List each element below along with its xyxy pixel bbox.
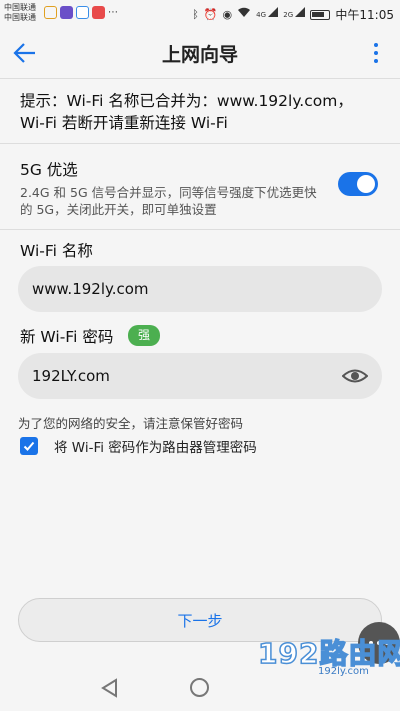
watermark-url: 192ly.com: [318, 666, 369, 677]
wifi-icon: [237, 7, 251, 22]
band-divider: [0, 229, 400, 230]
video-app-icon: [60, 6, 73, 19]
eye-icon: [341, 369, 369, 383]
merge-tip: 提示：Wi-Fi 名称已合并为：www.192ly.com， Wi-Fi 若断开…: [20, 90, 390, 134]
more-options-button[interactable]: [366, 40, 386, 66]
admin-password-option[interactable]: 将 Wi-Fi 密码作为路由器管理密码: [20, 436, 257, 456]
wifi-password-label: 新 Wi-Fi 密码: [20, 328, 114, 346]
battery-icon: [310, 9, 331, 20]
wifi-password-input[interactable]: [32, 353, 332, 399]
app-header: 上网向导: [0, 28, 400, 78]
status-icons: ᛒ ⏰ ◉ 4G 2G 中午11:05: [192, 6, 394, 23]
tip-divider: [0, 143, 400, 144]
wifi-name-input[interactable]: [32, 266, 332, 312]
signal-2-label: 2G: [283, 11, 294, 19]
band-5g-title: 5G 优选: [20, 161, 78, 179]
notification-icons: ⋯: [44, 6, 118, 19]
weibo-icon: [44, 6, 57, 19]
signal-1-icon: 4G: [256, 7, 279, 22]
security-hint: 为了您的网络的安全，请注意保管好密码: [18, 416, 244, 431]
clock: 中午11:05: [335, 8, 394, 22]
tip-line-1: 提示：Wi-Fi 名称已合并为：www.192ly.com，: [20, 92, 353, 110]
wifi-name-field[interactable]: [18, 266, 382, 312]
more-dot-icon: [374, 59, 378, 63]
watermark-logo: 192路由网 192ly.com: [257, 632, 400, 680]
page-title: 上网向导: [161, 44, 238, 66]
status-bar: 中国联通 中国联通 ⋯ ᛒ ⏰ ◉ 4G 2G 中午11:05: [0, 0, 400, 28]
eye-comfort-icon: ◉: [222, 7, 233, 21]
more-dot-icon: [374, 51, 378, 55]
flower-app-icon: [76, 6, 89, 19]
nav-home-icon[interactable]: [190, 678, 209, 697]
toggle-knob: [357, 175, 375, 193]
admin-password-label: 将 Wi-Fi 密码作为路由器管理密码: [54, 440, 257, 456]
carrier-labels: 中国联通 中国联通: [4, 3, 36, 23]
signal-1-label: 4G: [256, 11, 267, 19]
band-5g-toggle[interactable]: [338, 172, 378, 196]
more-dot-icon: [374, 43, 378, 47]
gift-app-icon: [92, 6, 105, 19]
more-notifications-icon: ⋯: [108, 7, 118, 18]
alarm-icon: ⏰: [203, 7, 218, 21]
bluetooth-icon: ᛒ: [192, 7, 199, 21]
wifi-name-label: Wi-Fi 名称: [20, 242, 93, 260]
show-password-button[interactable]: [341, 364, 369, 388]
nav-back-icon[interactable]: [100, 678, 120, 698]
checkmark-icon: [23, 441, 35, 451]
wifi-password-field[interactable]: [18, 353, 382, 399]
password-strength-badge: 强: [128, 325, 160, 346]
header-divider: [0, 78, 400, 79]
carrier-2: 中国联通: [4, 13, 36, 22]
admin-password-checkbox[interactable]: [20, 437, 38, 455]
band-5g-description: 2.4G 和 5G 信号合并显示，同等信号强度下优选更快的 5G，关闭此开关，即…: [20, 185, 317, 217]
band-5g-setting: 5G 优选 2.4G 和 5G 信号合并显示，同等信号强度下优选更快的 5G，关…: [20, 158, 390, 218]
carrier-1: 中国联通: [4, 3, 36, 12]
tip-line-2: Wi-Fi 若断开请重新连接 Wi-Fi: [20, 114, 228, 132]
signal-2-icon: 2G: [283, 7, 306, 22]
